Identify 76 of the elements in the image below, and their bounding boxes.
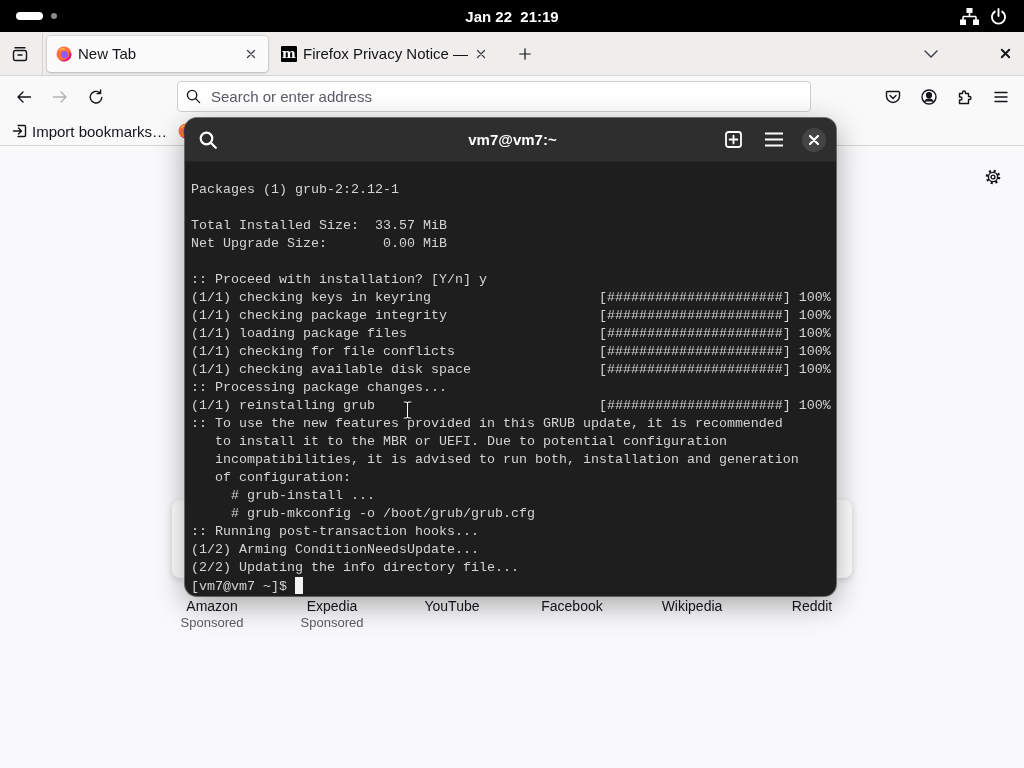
workspace-indicator[interactable] <box>51 13 57 19</box>
browser-tab[interactable]: m Firefox Privacy Notice — <box>272 35 499 72</box>
network-icon[interactable] <box>960 7 979 25</box>
settings-icon[interactable] <box>985 169 1001 185</box>
terminal-line: :: Running post-transaction hooks... <box>191 524 479 539</box>
percent-label: 100% <box>798 361 831 379</box>
user-circle-icon[interactable] <box>921 88 937 105</box>
terminal-line: incompatibilities, it is advised to run both, installation and generation <box>215 452 799 467</box>
percent-label: 100% <box>798 289 831 307</box>
tab-title: Firefox Privacy Notice — <box>303 45 469 62</box>
clock-button[interactable]: Jan 22 21:19 <box>459 5 565 27</box>
site-favicon: m <box>281 45 297 62</box>
import-icon <box>12 123 28 139</box>
sponsored-label: Sponsored <box>300 615 364 630</box>
shortcut-title[interactable]: Amazon <box>186 598 238 614</box>
shortcut-title[interactable]: Wikipedia <box>661 598 723 614</box>
window-title: vm7@vm7:~ <box>468 131 557 148</box>
terminal-line: # grub-install ... <box>231 488 375 503</box>
tab-title: New Tab <box>78 45 138 62</box>
close-icon <box>809 134 819 145</box>
terminal-line: :: Proceed with installation? [Y/n] y <box>191 272 487 287</box>
shell-prompt: [vm7@vm7 ~]$ <box>191 579 287 594</box>
terminal-line: :: To use the new features provided in this GRUB update, it is recommended <box>191 416 783 431</box>
close-icon[interactable] <box>998 46 1013 61</box>
address-field[interactable]: Search or enter address <box>177 81 811 112</box>
hash-marks-text: [######################] <box>598 343 791 361</box>
plus-square-icon[interactable] <box>725 131 742 148</box>
hash-marks-text: [######################] <box>598 289 791 307</box>
terminal-line: (1/1) checking for file conflicts <box>191 343 455 361</box>
terminal-line: (1/1) checking available disk space <box>191 361 471 379</box>
percent-label: 100% <box>798 307 831 325</box>
shortcut-title[interactable]: Reddit <box>791 598 833 614</box>
terminal-line: (1/1) loading package files <box>191 325 407 343</box>
hash-marks-text: [######################] <box>598 361 791 379</box>
import-bookmarks-button[interactable]: Import bookmarks… <box>12 122 168 140</box>
terminal-line: (1/1) checking keys in keyring <box>191 289 431 307</box>
terminal-line: (1/1) checking package integrity <box>191 307 447 325</box>
terminal-line: (1/1) reinstalling grub <box>191 397 375 415</box>
power-icon[interactable] <box>990 7 1007 25</box>
text-cursor-icon <box>403 401 412 419</box>
terminal-line: (2/2) Updating the info directory file... <box>191 560 519 575</box>
terminal-line: of configuration: <box>215 470 351 485</box>
sponsored-label: Sponsored <box>180 615 244 630</box>
shortcut-title[interactable]: YouTube <box>424 598 480 614</box>
terminal-cursor-icon <box>295 577 303 594</box>
terminal-line: Total Installed Size: <box>191 217 359 235</box>
percent-label: 100% <box>798 397 831 415</box>
tab-tray-icon[interactable] <box>12 45 28 62</box>
menu-icon[interactable] <box>765 132 783 147</box>
terminal-line: # grub-mkconfig -o /boot/grub/grub.cfg <box>231 506 535 521</box>
close-button[interactable] <box>802 127 826 152</box>
terminal-line: (1/2) Arming ConditionNeedsUpdate... <box>191 542 479 557</box>
reload-icon[interactable] <box>88 88 104 105</box>
shortcut-title[interactable]: Facebook <box>541 598 603 614</box>
search-icon[interactable] <box>199 130 217 149</box>
hash-marks-text: [######################] <box>598 307 791 325</box>
shortcut-title[interactable]: Expedia <box>306 598 358 614</box>
percent-label: 100% <box>798 325 831 343</box>
browser-tab[interactable]: New Tab <box>47 35 268 72</box>
puzzle-piece-icon[interactable] <box>957 88 973 105</box>
workspace-indicator[interactable] <box>16 12 43 20</box>
shield-chevron-icon[interactable] <box>885 88 901 105</box>
hash-marks-text: [######################] <box>598 325 791 343</box>
shortcut-tile[interactable] <box>172 500 185 578</box>
plus-icon[interactable] <box>518 46 533 61</box>
shortcut-tile[interactable] <box>836 500 852 578</box>
hash-marks-text: [######################] <box>598 397 791 415</box>
terminal-line: Packages (1) grub-2:2.12-1 <box>191 182 399 197</box>
size-value: 0.00 MiB <box>382 235 447 253</box>
browser-logo-icon <box>56 45 72 62</box>
percent-label: 100% <box>798 343 831 361</box>
search-icon <box>186 89 201 104</box>
terminal-line: to install it to the MBR or UEFI. Due to potential configuration <box>215 434 727 449</box>
terminal-line: :: Processing package changes... <box>191 380 447 395</box>
size-value: 33.57 MiB <box>374 217 447 235</box>
terminal-line: Net Upgrade Size: <box>191 235 327 253</box>
